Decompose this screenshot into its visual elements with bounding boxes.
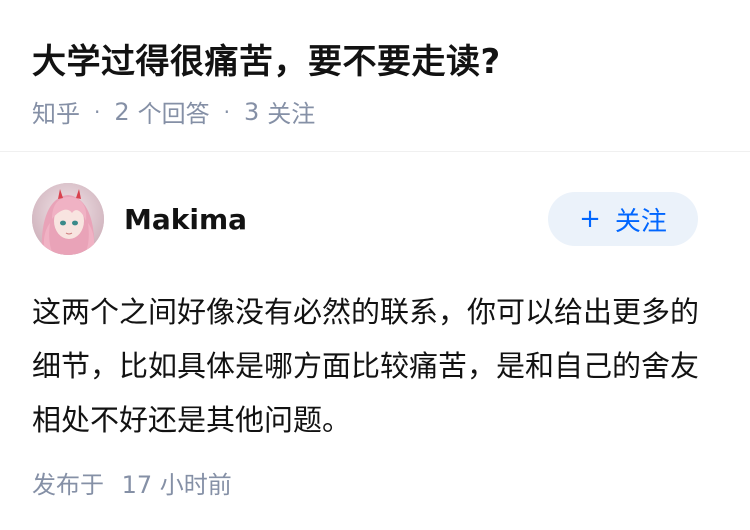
author-name[interactable]: Makima [124,203,247,236]
answer-count: 2 [114,97,130,126]
avatar[interactable] [32,183,104,255]
follow-button-label: 关注 [614,206,667,237]
published-time: 17 小时前 [121,471,232,499]
answer-count-label: 个回答 [137,100,210,128]
follow-count-label: 关注 [267,100,316,128]
anime-girl-avatar-icon [32,183,104,255]
follow-button[interactable]: + 关注 [548,192,698,246]
follow-count: 3 [244,97,260,126]
answer-card: Makima + 关注 这两个之间好像没有必然的联系，你可以给出更多的细节，比如… [0,153,750,530]
question-title[interactable]: 大学过得很痛苦，要不要走读? [32,34,501,83]
meta-separator: · [94,99,101,124]
plus-icon: + [579,204,601,234]
answer-content[interactable]: 这两个之间好像没有必然的联系，你可以给出更多的细节，比如具体是哪方面比较痛苦，是… [32,285,712,447]
question-header: 大学过得很痛苦，要不要走读? 知乎 · 2 个回答 · 3 关注 [0,0,750,152]
question-meta: 知乎 · 2 个回答 · 3 关注 [32,94,315,129]
meta-separator: · [223,99,230,124]
published-label: 发布于 [32,471,104,499]
answer-published-time: 发布于 17 小时前 [32,465,232,500]
source-label[interactable]: 知乎 [32,94,80,129]
